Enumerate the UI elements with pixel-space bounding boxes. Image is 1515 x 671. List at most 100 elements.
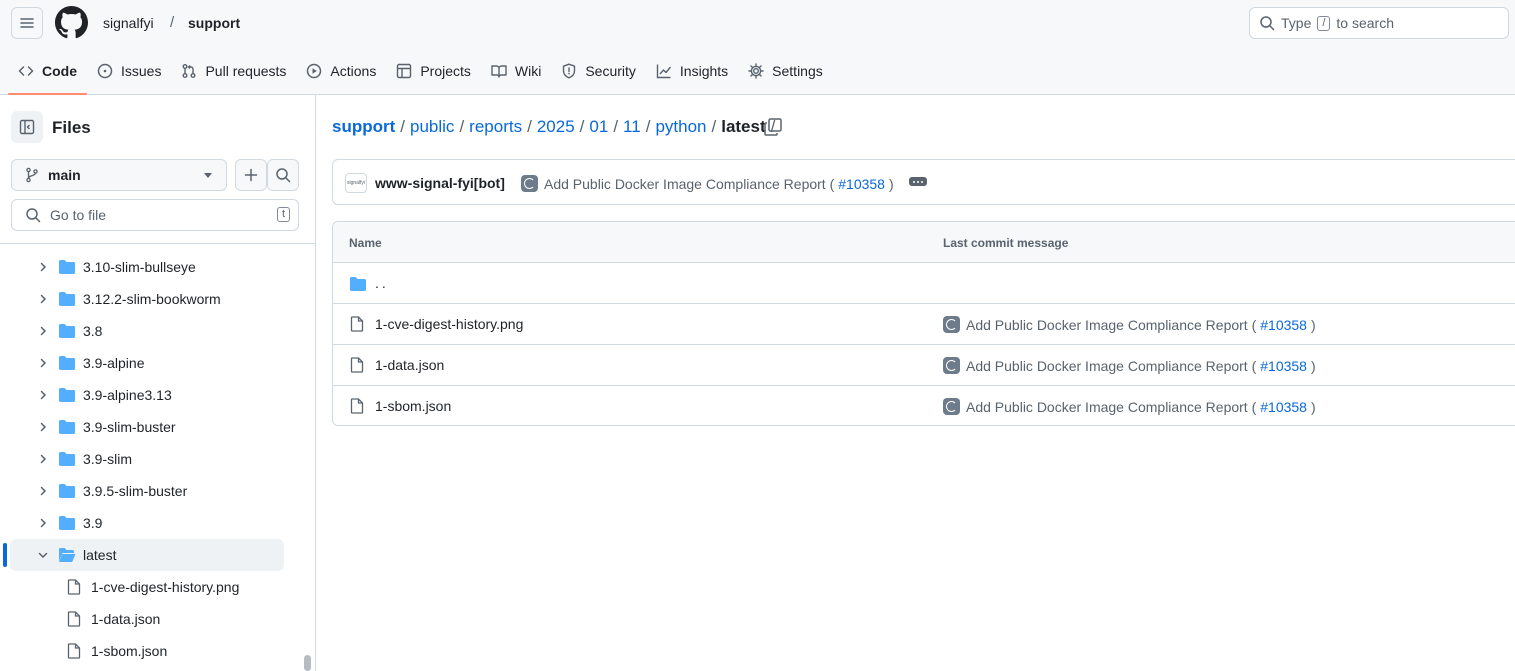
ellipsis-icon[interactable]: [909, 177, 927, 186]
file-name-link[interactable]: 1-data.json: [375, 357, 444, 373]
breadcrumb-separator: /: [400, 117, 406, 136]
breadcrumb-link[interactable]: 11: [623, 117, 641, 137]
folder-icon: [350, 277, 366, 291]
parent-directory-link[interactable]: ..: [375, 275, 389, 291]
tab-code[interactable]: Code: [8, 53, 87, 95]
tree-item-label: 3.9.5-slim-buster: [83, 483, 188, 499]
tab-pull-requests[interactable]: Pull requests: [171, 53, 296, 89]
tree-item-label: 3.9-alpine3.13: [83, 387, 172, 403]
row-commit-pr-link[interactable]: #10358: [1260, 358, 1307, 374]
breadcrumb-link[interactable]: reports: [469, 117, 522, 137]
tab-settings[interactable]: Settings: [738, 53, 833, 89]
breadcrumb-link[interactable]: python: [655, 117, 706, 137]
tree-folder-item[interactable]: 3.10-slim-bullseye: [0, 251, 300, 283]
file-name-link[interactable]: 1-cve-digest-history.png: [375, 316, 523, 332]
pull-request-icon: [182, 64, 196, 78]
tree-folder-item[interactable]: 3.9: [0, 507, 300, 539]
tree-item-label: 1-cve-digest-history.png: [91, 579, 240, 595]
row-commit-message[interactable]: Add Public Docker Image Compliance Repor…: [943, 398, 1316, 415]
chevron-right-icon: [40, 518, 47, 528]
search-icon: [276, 168, 291, 183]
tree-folder-item[interactable]: 3.9-slim: [0, 443, 300, 475]
tree-folder-item[interactable]: 3.12.2-slim-bookworm: [0, 283, 300, 315]
chevron-right-icon: [40, 262, 47, 272]
search-prefix: Type: [1281, 15, 1312, 31]
row-commit-message[interactable]: Add Public Docker Image Compliance Repor…: [943, 357, 1316, 374]
tree-folder-item[interactable]: 3.9-alpine3.13: [0, 379, 300, 411]
search-icon: [1260, 16, 1275, 31]
table-row[interactable]: 1-data.json Add Public Docker Image Comp…: [333, 345, 1515, 386]
hamburger-icon: [20, 18, 34, 28]
tab-issues[interactable]: Issues: [87, 53, 171, 89]
play-icon: [307, 63, 322, 79]
tree-item-label: 3.9-slim: [83, 451, 133, 467]
breadcrumb-link-repo[interactable]: support: [332, 117, 395, 137]
tree-file-item[interactable]: 1-data.json: [0, 603, 300, 635]
search-input[interactable]: Type / to search: [1249, 7, 1509, 39]
repo-owner-link[interactable]: signalfyi: [103, 15, 154, 31]
tab-actions[interactable]: Actions: [296, 53, 386, 89]
tree-folder-item[interactable]: 3.9-alpine: [0, 347, 300, 379]
selected-indicator: [3, 543, 7, 567]
tree-folder-item[interactable]: 3.8: [0, 315, 300, 347]
file-listing-table: Name Last commit message .. 1-cve-digest…: [332, 221, 1515, 426]
table-row[interactable]: 1-sbom.json Add Public Docker Image Comp…: [333, 386, 1515, 425]
commit-pr-link[interactable]: #10358: [838, 176, 885, 192]
tab-label: Insights: [679, 63, 729, 79]
repo-name-link[interactable]: support: [188, 15, 240, 31]
tab-security[interactable]: Security: [551, 53, 646, 89]
tree-item-label: 3.9: [83, 515, 103, 531]
chevron-right-icon: [40, 358, 47, 368]
shield-icon: [563, 63, 576, 79]
menu-button[interactable]: [11, 7, 43, 39]
code-icon: [18, 66, 34, 76]
tree-file-item[interactable]: 1-cve-digest-history.png: [0, 571, 300, 603]
row-commit-message[interactable]: Add Public Docker Image Compliance Repor…: [943, 316, 1316, 333]
collapse-sidebar-button[interactable]: [11, 111, 43, 143]
folder-icon: [59, 420, 75, 434]
repo-header: signalfyi / support Type / to search Cod…: [0, 0, 1515, 95]
file-icon: [350, 357, 364, 373]
branch-selector[interactable]: main: [11, 159, 227, 191]
folder-icon: [59, 356, 75, 370]
github-logo-icon[interactable]: [55, 6, 88, 39]
tab-projects[interactable]: Projects: [386, 53, 481, 89]
breadcrumb-link[interactable]: public: [410, 117, 454, 137]
row-commit-text: Add Public Docker Image Compliance Repor…: [966, 357, 1257, 374]
parent-directory-row[interactable]: ..: [333, 263, 1515, 304]
breadcrumb-link[interactable]: 01: [589, 117, 608, 137]
tab-wiki[interactable]: Wiki: [481, 53, 551, 89]
tree-folder-item[interactable]: 3.9.5-slim-buster: [0, 475, 300, 507]
tab-label: Actions: [330, 63, 377, 79]
row-commit-close: ): [1310, 398, 1316, 415]
tree-folder-item[interactable]: 3.9-slim-buster: [0, 411, 300, 443]
file-name-link[interactable]: 1-sbom.json: [375, 398, 451, 414]
copy-path-icon[interactable]: [763, 117, 783, 137]
sidebar-scrollbar[interactable]: [304, 655, 311, 671]
refresh-icon: [943, 398, 960, 415]
search-files-button[interactable]: [267, 159, 299, 191]
avatar[interactable]: signalfyi: [345, 173, 367, 193]
folder-icon: [59, 388, 75, 402]
row-commit-pr-link[interactable]: #10358: [1260, 317, 1307, 333]
breadcrumb-link[interactable]: 2025: [537, 117, 575, 137]
graph-icon: [656, 64, 671, 79]
row-commit-text: Add Public Docker Image Compliance Repor…: [966, 316, 1257, 333]
chevron-right-icon: [40, 454, 47, 464]
tree-file-item[interactable]: 1-sbom.json: [0, 635, 300, 667]
tree-folder-item-selected[interactable]: latest: [3, 539, 284, 571]
tree-item-label: 1-sbom.json: [91, 643, 168, 659]
row-commit-pr-link[interactable]: #10358: [1260, 399, 1307, 415]
tab-insights[interactable]: Insights: [646, 53, 738, 89]
folder-icon: [59, 484, 75, 498]
add-file-button[interactable]: [235, 159, 267, 191]
go-to-file-input[interactable]: Go to file t: [11, 199, 299, 231]
files-heading: Files: [52, 118, 91, 137]
git-branch-icon: [26, 167, 38, 183]
column-header-message: Last commit message: [943, 236, 1069, 250]
file-tree-sidebar: Files main Go to file t 3.10-slim-bullse…: [0, 95, 316, 671]
search-suffix: to search: [1336, 15, 1395, 31]
commit-message[interactable]: Add Public Docker Image Compliance Repor…: [521, 175, 894, 192]
table-row[interactable]: 1-cve-digest-history.png Add Public Dock…: [333, 304, 1515, 345]
commit-author[interactable]: www-signal-fyi[bot]: [375, 175, 505, 191]
